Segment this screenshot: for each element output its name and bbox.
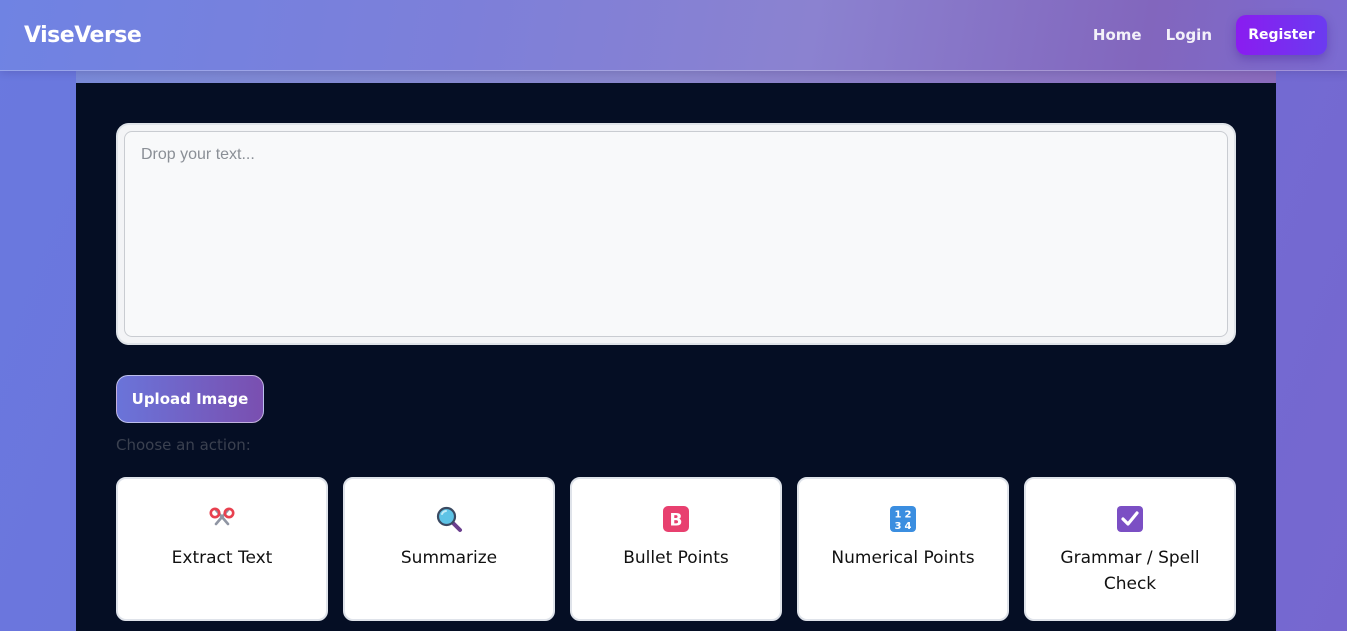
letter-b-icon: B (662, 505, 690, 533)
navbar: ViseVerse Home Login Register (0, 0, 1347, 71)
brand-logo[interactable]: ViseVerse (24, 23, 142, 48)
numerical-points-label: Numerical Points (831, 548, 975, 568)
numerical-points-card[interactable]: 1 2 3 4 Numerical Points (797, 477, 1009, 621)
main-panel: Upload Image Choose an action: Extract T… (76, 71, 1276, 631)
grammar-spell-check-card[interactable]: Grammar / Spell Check (1024, 477, 1236, 621)
extract-text-label: Extract Text (171, 548, 273, 568)
svg-text:3: 3 (895, 521, 902, 532)
scissors-icon (208, 505, 236, 533)
action-cards: Extract Text Summarize B Bullet Points 1… (116, 477, 1236, 621)
nav-login-link[interactable]: Login (1166, 26, 1212, 44)
svg-text:4: 4 (905, 521, 912, 532)
text-input-container (116, 123, 1236, 345)
svg-text:B: B (670, 511, 683, 531)
choose-action-label: Choose an action: (116, 436, 251, 454)
panel-top-strip (76, 71, 1276, 83)
grammar-spell-check-label: Grammar / Spell Check (1060, 548, 1200, 594)
checkbox-icon (1116, 505, 1144, 533)
svg-text:2: 2 (905, 510, 912, 521)
numbers-1234-icon: 1 2 3 4 (889, 505, 917, 533)
bullet-points-label: Bullet Points (623, 548, 729, 568)
extract-text-card[interactable]: Extract Text (116, 477, 328, 621)
nav-home-link[interactable]: Home (1093, 26, 1142, 44)
text-input[interactable] (124, 131, 1228, 337)
nav-links: Home Login Register (1093, 15, 1327, 55)
summarize-label: Summarize (400, 548, 498, 568)
svg-text:1: 1 (895, 510, 902, 521)
summarize-card[interactable]: Summarize (343, 477, 555, 621)
bullet-points-card[interactable]: B Bullet Points (570, 477, 782, 621)
upload-image-button[interactable]: Upload Image (116, 375, 264, 423)
register-button[interactable]: Register (1236, 15, 1327, 55)
magnifier-icon (435, 505, 463, 533)
